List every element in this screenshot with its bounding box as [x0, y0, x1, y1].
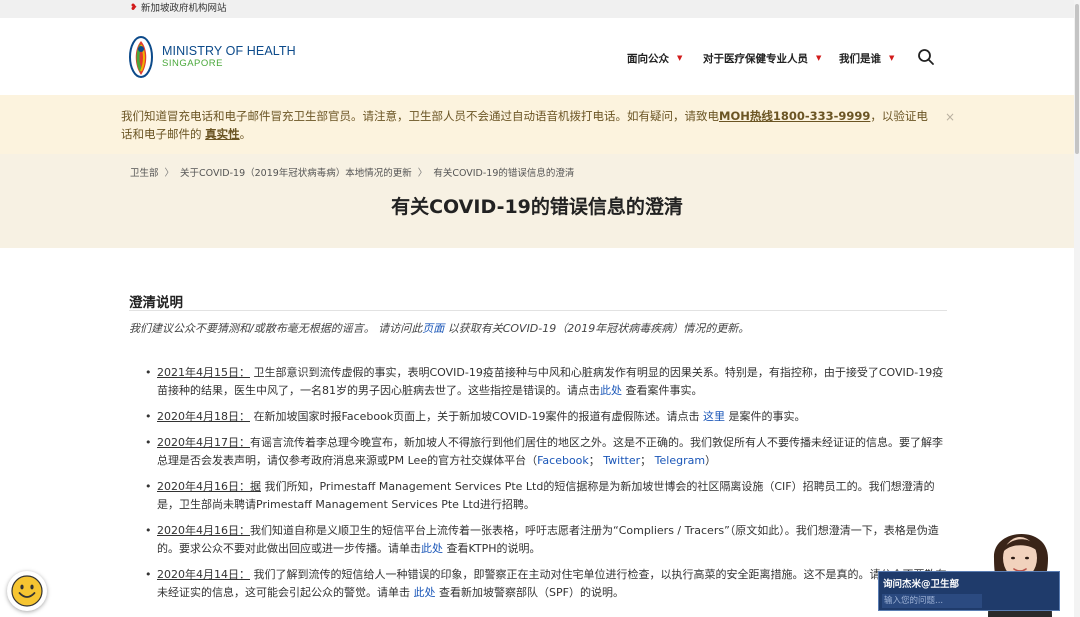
item-date: 2020年4月16日： — [157, 480, 250, 493]
item-date: 2020年4月18日： — [157, 410, 250, 423]
item-link[interactable]: 此处 — [414, 586, 436, 599]
list-item: 2020年4月14日： 我们了解到流传的短信给人一种错误的印象，即警察正在主动对… — [145, 566, 947, 602]
item-text: ； — [588, 454, 600, 467]
nav-label: 面向公众 — [627, 53, 669, 65]
intro-text: 我们建议公众不要猜测和/或散布毫无根据的谣言。 请访问此 — [129, 322, 423, 335]
scrollbar-thumb[interactable] — [1075, 4, 1079, 154]
chevron-down-icon: ▼ — [816, 54, 822, 62]
facebook-link[interactable]: Facebook — [537, 454, 589, 467]
ask-jamie-title: 询问杰米@卫生部 — [883, 579, 960, 590]
breadcrumb: 卫生部〉关于COVID-19（2019年冠状病毒病）本地情况的更新〉有关COVI… — [130, 165, 580, 179]
close-icon[interactable]: × — [945, 110, 955, 124]
item-text: 查看KTPH的说明。 — [443, 542, 541, 555]
section-intro: 我们建议公众不要猜测和/或散布毫无根据的谣言。 请访问此页面 以获取有关COVI… — [129, 320, 749, 336]
page-scrollbar[interactable] — [1074, 0, 1080, 617]
list-item: 2020年4月17日：有谣言流传着李总理今晚宣布，新加坡人不得旅行到他们居住的地… — [145, 434, 947, 470]
item-link[interactable]: 此处 — [421, 542, 443, 555]
item-date: 2020年4月14日： — [157, 568, 250, 581]
moh-crest-icon — [129, 36, 153, 78]
authenticity-link[interactable]: 真实性 — [205, 127, 240, 141]
item-text: ； — [640, 454, 652, 467]
item-text: 是案件的事实。 — [725, 410, 806, 423]
alert-text-part: 我们知道冒充电话和电子邮件冒充卫生部官员。请注意，卫生部人员不会通过自动语音机拨… — [121, 109, 719, 123]
smiley-icon — [11, 575, 43, 607]
list-item: 2021年4月15日： 卫生部意识到流传虚假的事实，表明COVID-19疫苗接种… — [145, 364, 947, 400]
clarification-list: 2021年4月15日： 卫生部意识到流传虚假的事实，表明COVID-19疫苗接种… — [145, 364, 947, 610]
chatbot-button[interactable] — [7, 571, 47, 611]
item-text: 查看案件事实。 — [622, 384, 703, 397]
scam-alert-banner: 我们知道冒充电话和电子邮件冒充卫生部官员。请注意，卫生部人员不会通过自动语音机拨… — [0, 95, 1074, 154]
alert-text: 我们知道冒充电话和电子邮件冒充卫生部官员。请注意，卫生部人员不会通过自动语音机拨… — [121, 107, 937, 143]
item-date: 2020年4月17日： — [157, 436, 250, 449]
lion-icon: ❥ — [130, 3, 138, 13]
nav-label: 对于医疗保健专业人员 — [703, 53, 808, 65]
alert-text-part: 。 — [239, 127, 252, 141]
nav-public[interactable]: 面向公众 ▼ — [627, 51, 682, 66]
item-text: 我们所知，Primestaff Management Services Pte … — [157, 480, 935, 511]
breadcrumb-item[interactable]: 关于COVID-19（2019年冠状病毒病）本地情况的更新 — [180, 168, 412, 179]
section-heading: 澄清说明 — [129, 295, 183, 311]
gov-bar: ❥ 新加坡政府机构网站 — [0, 0, 1074, 18]
telegram-link[interactable]: Telegram — [655, 454, 705, 467]
page-title: 有关COVID-19的错误信息的澄清 — [391, 196, 683, 218]
breadcrumb-item[interactable]: 有关COVID-19的错误信息的澄清 — [433, 168, 574, 179]
list-item: 2020年4月16日：我们知道自称是义顺卫生的短信平台上流传着一张表格，呼吁志愿… — [145, 522, 947, 558]
gov-bar-text[interactable]: 新加坡政府机构网站 — [141, 3, 227, 15]
item-text: 在新加坡国家时报Facebook页面上，关于新加坡COVID-19案件的报道有虚… — [250, 410, 704, 423]
breadcrumb-separator: 〉 — [417, 168, 428, 179]
twitter-link[interactable]: Twitter — [603, 454, 640, 467]
item-text: 卫生部意识到流传虚假的事实，表明COVID-19疫苗接种与中风和心脏病发作有明显… — [157, 366, 944, 397]
site-header: MINISTRY OF HEALTH SINGAPORE 面向公众 ▼ 对于医疗保… — [0, 18, 1074, 95]
item-text: ） — [705, 454, 717, 467]
item-text: 查看新加坡警察部队（SPF）的说明。 — [435, 586, 624, 599]
breadcrumb-separator: 〉 — [164, 168, 175, 179]
nav-who-we-are[interactable]: 我们是谁 ▼ — [839, 51, 894, 66]
chevron-down-icon: ▼ — [889, 54, 895, 62]
intro-page-link[interactable]: 页面 — [422, 322, 444, 335]
item-link[interactable]: 这里 — [703, 410, 725, 423]
nav-healthcare-professionals[interactable]: 对于医疗保健专业人员 ▼ — [703, 51, 821, 66]
list-item: 2020年4月16日：据 我们所知，Primestaff Management … — [145, 478, 947, 514]
intro-text: 以获取有关COVID-19（2019年冠状病毒疾病）情况的更新。 — [447, 322, 750, 335]
chevron-down-icon: ▼ — [677, 54, 683, 62]
item-date: 2021年4月15日： — [157, 366, 250, 379]
item-date-extra: 据 — [250, 480, 261, 493]
section-divider — [129, 310, 947, 311]
page-hero: 卫生部〉关于COVID-19（2019年冠状病毒病）本地情况的更新〉有关COVI… — [0, 154, 1074, 248]
list-item: 2020年4月18日： 在新加坡国家时报Facebook页面上，关于新加坡COV… — [145, 408, 947, 426]
item-link[interactable]: 此处 — [600, 384, 622, 397]
logo-name: MINISTRY OF HEALTH — [162, 44, 296, 58]
nav-label: 我们是谁 — [839, 53, 881, 65]
item-date: 2020年4月16日： — [157, 524, 250, 537]
item-text: 我们知道自称是义顺卫生的短信平台上流传着一张表格，呼吁志愿者注册为“Compli… — [157, 524, 939, 555]
hotline-link[interactable]: MOH热线1800-333-9999 — [719, 109, 870, 123]
logo-sub: SINGAPORE — [162, 58, 223, 69]
breadcrumb-item[interactable]: 卫生部 — [130, 168, 159, 179]
ask-jamie-input[interactable]: 输入您的问题... — [882, 594, 982, 608]
search-icon[interactable] — [917, 48, 935, 66]
ask-jamie-widget[interactable]: 询问杰米@卫生部 输入您的问题... — [878, 571, 1060, 611]
moh-logo[interactable]: MINISTRY OF HEALTH SINGAPORE — [126, 35, 306, 81]
